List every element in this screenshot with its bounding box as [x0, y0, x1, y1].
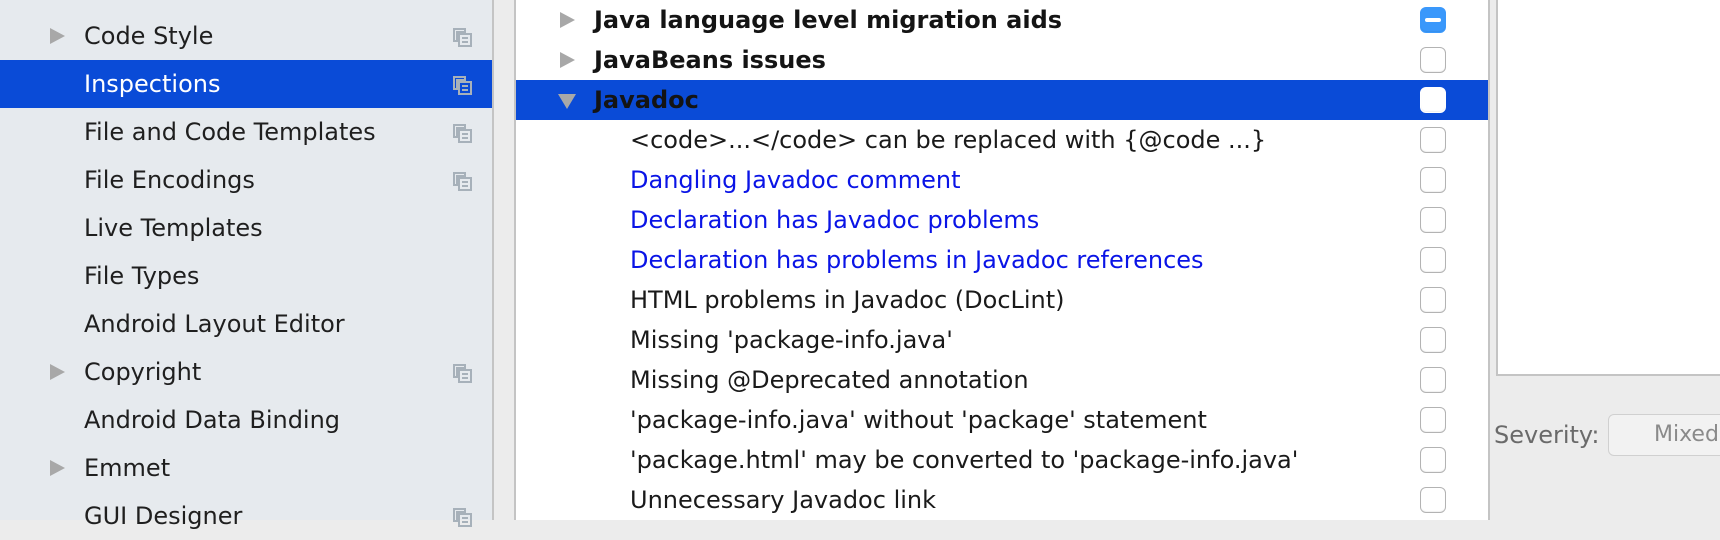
sidebar-item-label: Android Data Binding [84, 406, 341, 434]
splitter[interactable] [494, 0, 516, 520]
inspection-row[interactable]: Declaration has Javadoc problems [516, 200, 1488, 240]
sidebar-item[interactable]: File and Code Templates [0, 108, 492, 156]
inspection-row[interactable]: Dangling Javadoc comment [516, 160, 1488, 200]
sidebar-item-label: Emmet [84, 454, 171, 482]
project-settings-icon [453, 506, 473, 527]
inspection-label: JavaBeans issues [594, 46, 826, 74]
project-settings-icon [453, 122, 473, 143]
inspection-label: HTML problems in Javadoc (DocLint) [630, 286, 1065, 314]
expand-arrow-icon[interactable] [560, 12, 575, 28]
sidebar-item[interactable]: File Encodings [0, 156, 492, 204]
sidebar-item[interactable]: File Types [0, 252, 492, 300]
inspection-label: Declaration has Javadoc problems [630, 206, 1040, 234]
enable-checkbox[interactable] [1420, 407, 1446, 433]
collapse-arrow-icon[interactable] [558, 94, 576, 109]
enable-checkbox[interactable] [1420, 367, 1446, 393]
sidebar-item[interactable]: Emmet [0, 444, 492, 492]
sidebar-item[interactable]: Android Layout Editor [0, 300, 492, 348]
inspection-row[interactable]: HTML problems in Javadoc (DocLint) [516, 280, 1488, 320]
sidebar-item[interactable]: Inspections [0, 60, 492, 108]
inspection-group-row[interactable]: JavaBeans issues [516, 40, 1488, 80]
enable-checkbox[interactable] [1420, 447, 1446, 473]
sidebar-item-label: File and Code Templates [84, 118, 376, 146]
inspection-label: Dangling Javadoc comment [630, 166, 961, 194]
inspection-row[interactable]: Declaration has problems in Javadoc refe… [516, 240, 1488, 280]
inspection-label: Java language level migration aids [594, 6, 1063, 34]
inspection-label: Missing @Deprecated annotation [630, 366, 1029, 394]
description-box [1496, 0, 1720, 376]
inspection-label: 'package.html' may be converted to 'pack… [630, 446, 1299, 474]
expand-arrow-icon[interactable] [560, 52, 575, 68]
sidebar-item-label: GUI Designer [84, 502, 243, 530]
severity-dropdown[interactable]: Mixed [1608, 414, 1720, 456]
enable-checkbox[interactable] [1420, 207, 1446, 233]
details-panel: Severity: Mixed [1490, 0, 1720, 520]
sidebar-item-label: Live Templates [84, 214, 263, 242]
inspection-row[interactable]: Missing @Deprecated annotation [516, 360, 1488, 400]
enable-checkbox[interactable] [1420, 327, 1446, 353]
inspection-row[interactable]: 'package-info.java' without 'package' st… [516, 400, 1488, 440]
inspection-row[interactable]: Missing 'package-info.java' [516, 320, 1488, 360]
sidebar-item[interactable]: GUI Designer [0, 492, 492, 540]
severity-label: Severity: [1494, 421, 1600, 449]
inspections-tree: Java language level migration aids JavaBe… [516, 0, 1490, 520]
sidebar-item[interactable]: Copyright [0, 348, 492, 396]
project-settings-icon [453, 74, 473, 95]
sidebar-item-label: Code Style [84, 22, 214, 50]
project-settings-icon [453, 26, 473, 47]
enable-checkbox[interactable] [1420, 7, 1446, 33]
sidebar-item[interactable]: Code Style [0, 12, 492, 60]
project-settings-icon [453, 362, 473, 383]
sidebar-item-label: File Encodings [84, 166, 255, 194]
sidebar-item[interactable]: Live Templates [0, 204, 492, 252]
expand-arrow-icon[interactable] [50, 364, 65, 380]
enable-checkbox[interactable] [1420, 87, 1446, 113]
inspection-label: Unnecessary Javadoc link [630, 486, 937, 514]
inspection-label: Declaration has problems in Javadoc refe… [630, 246, 1204, 274]
inspection-label: 'package-info.java' without 'package' st… [630, 406, 1207, 434]
inspection-label: Javadoc [594, 86, 699, 114]
sidebar-item[interactable]: Android Data Binding [0, 396, 492, 444]
project-settings-icon [453, 170, 473, 191]
enable-checkbox[interactable] [1420, 287, 1446, 313]
inspection-row[interactable]: <code>...</code> can be replaced with {@… [516, 120, 1488, 160]
expand-arrow-icon[interactable] [50, 460, 65, 476]
settings-sidebar: Code Style Inspections File and Code Templ… [0, 0, 494, 530]
inspection-label: <code>...</code> can be replaced with {@… [630, 126, 1267, 154]
sidebar-item-label: Copyright [84, 358, 202, 386]
enable-checkbox[interactable] [1420, 247, 1446, 273]
sidebar-item-label: Android Layout Editor [84, 310, 345, 338]
inspection-group-row[interactable]: Javadoc [516, 80, 1488, 120]
inspection-row[interactable]: 'package.html' may be converted to 'pack… [516, 440, 1488, 480]
inspection-label: Missing 'package-info.java' [630, 326, 953, 354]
enable-checkbox[interactable] [1420, 47, 1446, 73]
sidebar-item-label: Inspections [84, 70, 221, 98]
enable-checkbox[interactable] [1420, 487, 1446, 513]
enable-checkbox[interactable] [1420, 127, 1446, 153]
expand-arrow-icon[interactable] [50, 28, 65, 44]
sidebar-item-label: File Types [84, 262, 200, 290]
inspection-row[interactable]: Unnecessary Javadoc link [516, 480, 1488, 520]
inspection-group-row[interactable]: Java language level migration aids [516, 0, 1488, 40]
enable-checkbox[interactable] [1420, 167, 1446, 193]
